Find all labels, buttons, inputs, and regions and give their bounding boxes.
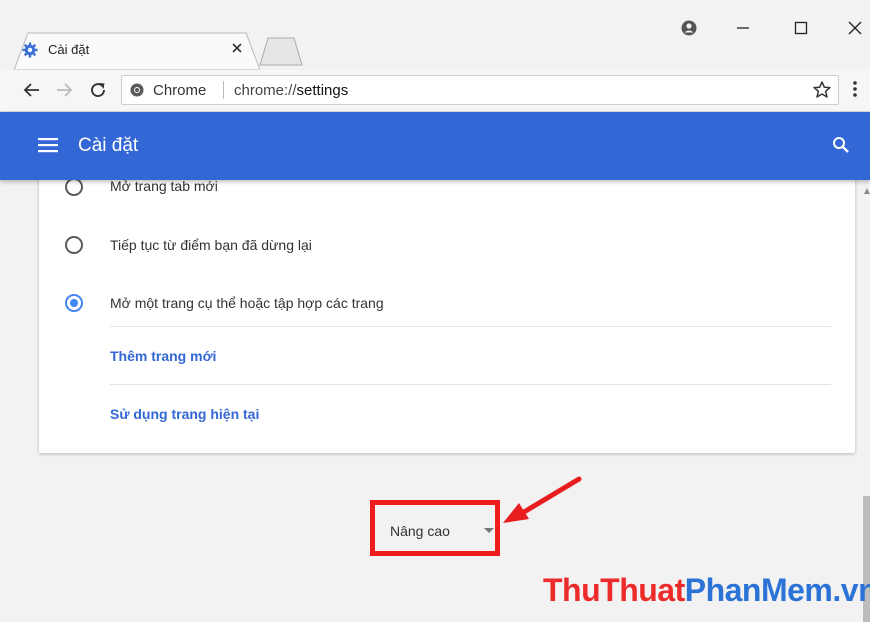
use-current-pages-link[interactable]: Sử dụng trang hiện tại	[110, 406, 259, 422]
window-close-button[interactable]	[840, 14, 870, 42]
scroll-up-arrow-icon[interactable]: ▲	[862, 186, 870, 197]
address-bar[interactable]: Chrome chrome://settings	[121, 75, 839, 105]
url-text: chrome://settings	[234, 82, 349, 99]
reload-icon[interactable]	[84, 76, 112, 104]
origin-chip: Chrome	[153, 82, 207, 99]
radio-label: Mở một trang cụ thể hoặc tập hợp các tra…	[110, 295, 384, 311]
settings-header: Cài đặt	[0, 112, 870, 180]
profile-icon[interactable]	[674, 14, 704, 42]
forward-arrow-icon[interactable]	[50, 76, 78, 104]
title-bar: Cài đặt	[0, 0, 870, 70]
radio-option-continue[interactable]: Tiếp tục từ điểm bạn đã dừng lại	[39, 226, 855, 266]
annotation-arrow-icon	[503, 476, 582, 523]
settings-gear-icon	[22, 42, 38, 58]
bookmark-star-icon[interactable]	[812, 80, 832, 105]
new-tab-button[interactable]	[256, 36, 306, 66]
minimize-button[interactable]	[728, 14, 758, 42]
radio-button[interactable]	[65, 180, 83, 196]
watermark: ThuThuatPhanMem.vn	[543, 572, 870, 608]
chrome-logo-icon	[130, 83, 144, 97]
dropdown-caret-icon[interactable]	[484, 528, 494, 533]
browser-toolbar: Chrome chrome://settings	[0, 70, 870, 112]
radio-option-new-tab[interactable]: Mở trang tab mới	[39, 180, 855, 208]
radio-label: Mở trang tab mới	[110, 180, 218, 194]
advanced-button[interactable]: Nâng cao	[390, 523, 450, 539]
tab-close-icon[interactable]	[230, 40, 244, 58]
hamburger-icon[interactable]	[38, 137, 58, 158]
divider	[110, 326, 831, 327]
radio-button-checked[interactable]	[65, 294, 83, 312]
divider	[110, 384, 831, 385]
radio-button[interactable]	[65, 236, 83, 254]
maximize-button[interactable]	[786, 14, 816, 42]
startup-card: Mở trang tab mới Tiếp tục từ điểm bạn đã…	[39, 180, 855, 453]
radio-option-specific-pages[interactable]: Mở một trang cụ thể hoặc tập hợp các tra…	[39, 283, 855, 323]
menu-dots-icon[interactable]	[852, 78, 858, 105]
add-page-link[interactable]: Thêm trang mới	[110, 348, 216, 364]
radio-label: Tiếp tục từ điểm bạn đã dừng lại	[110, 237, 312, 253]
back-arrow-icon[interactable]	[18, 76, 46, 104]
address-separator	[223, 81, 224, 99]
search-icon[interactable]	[832, 136, 850, 159]
tab-title: Cài đặt	[48, 42, 90, 57]
page-title: Cài đặt	[78, 135, 139, 156]
